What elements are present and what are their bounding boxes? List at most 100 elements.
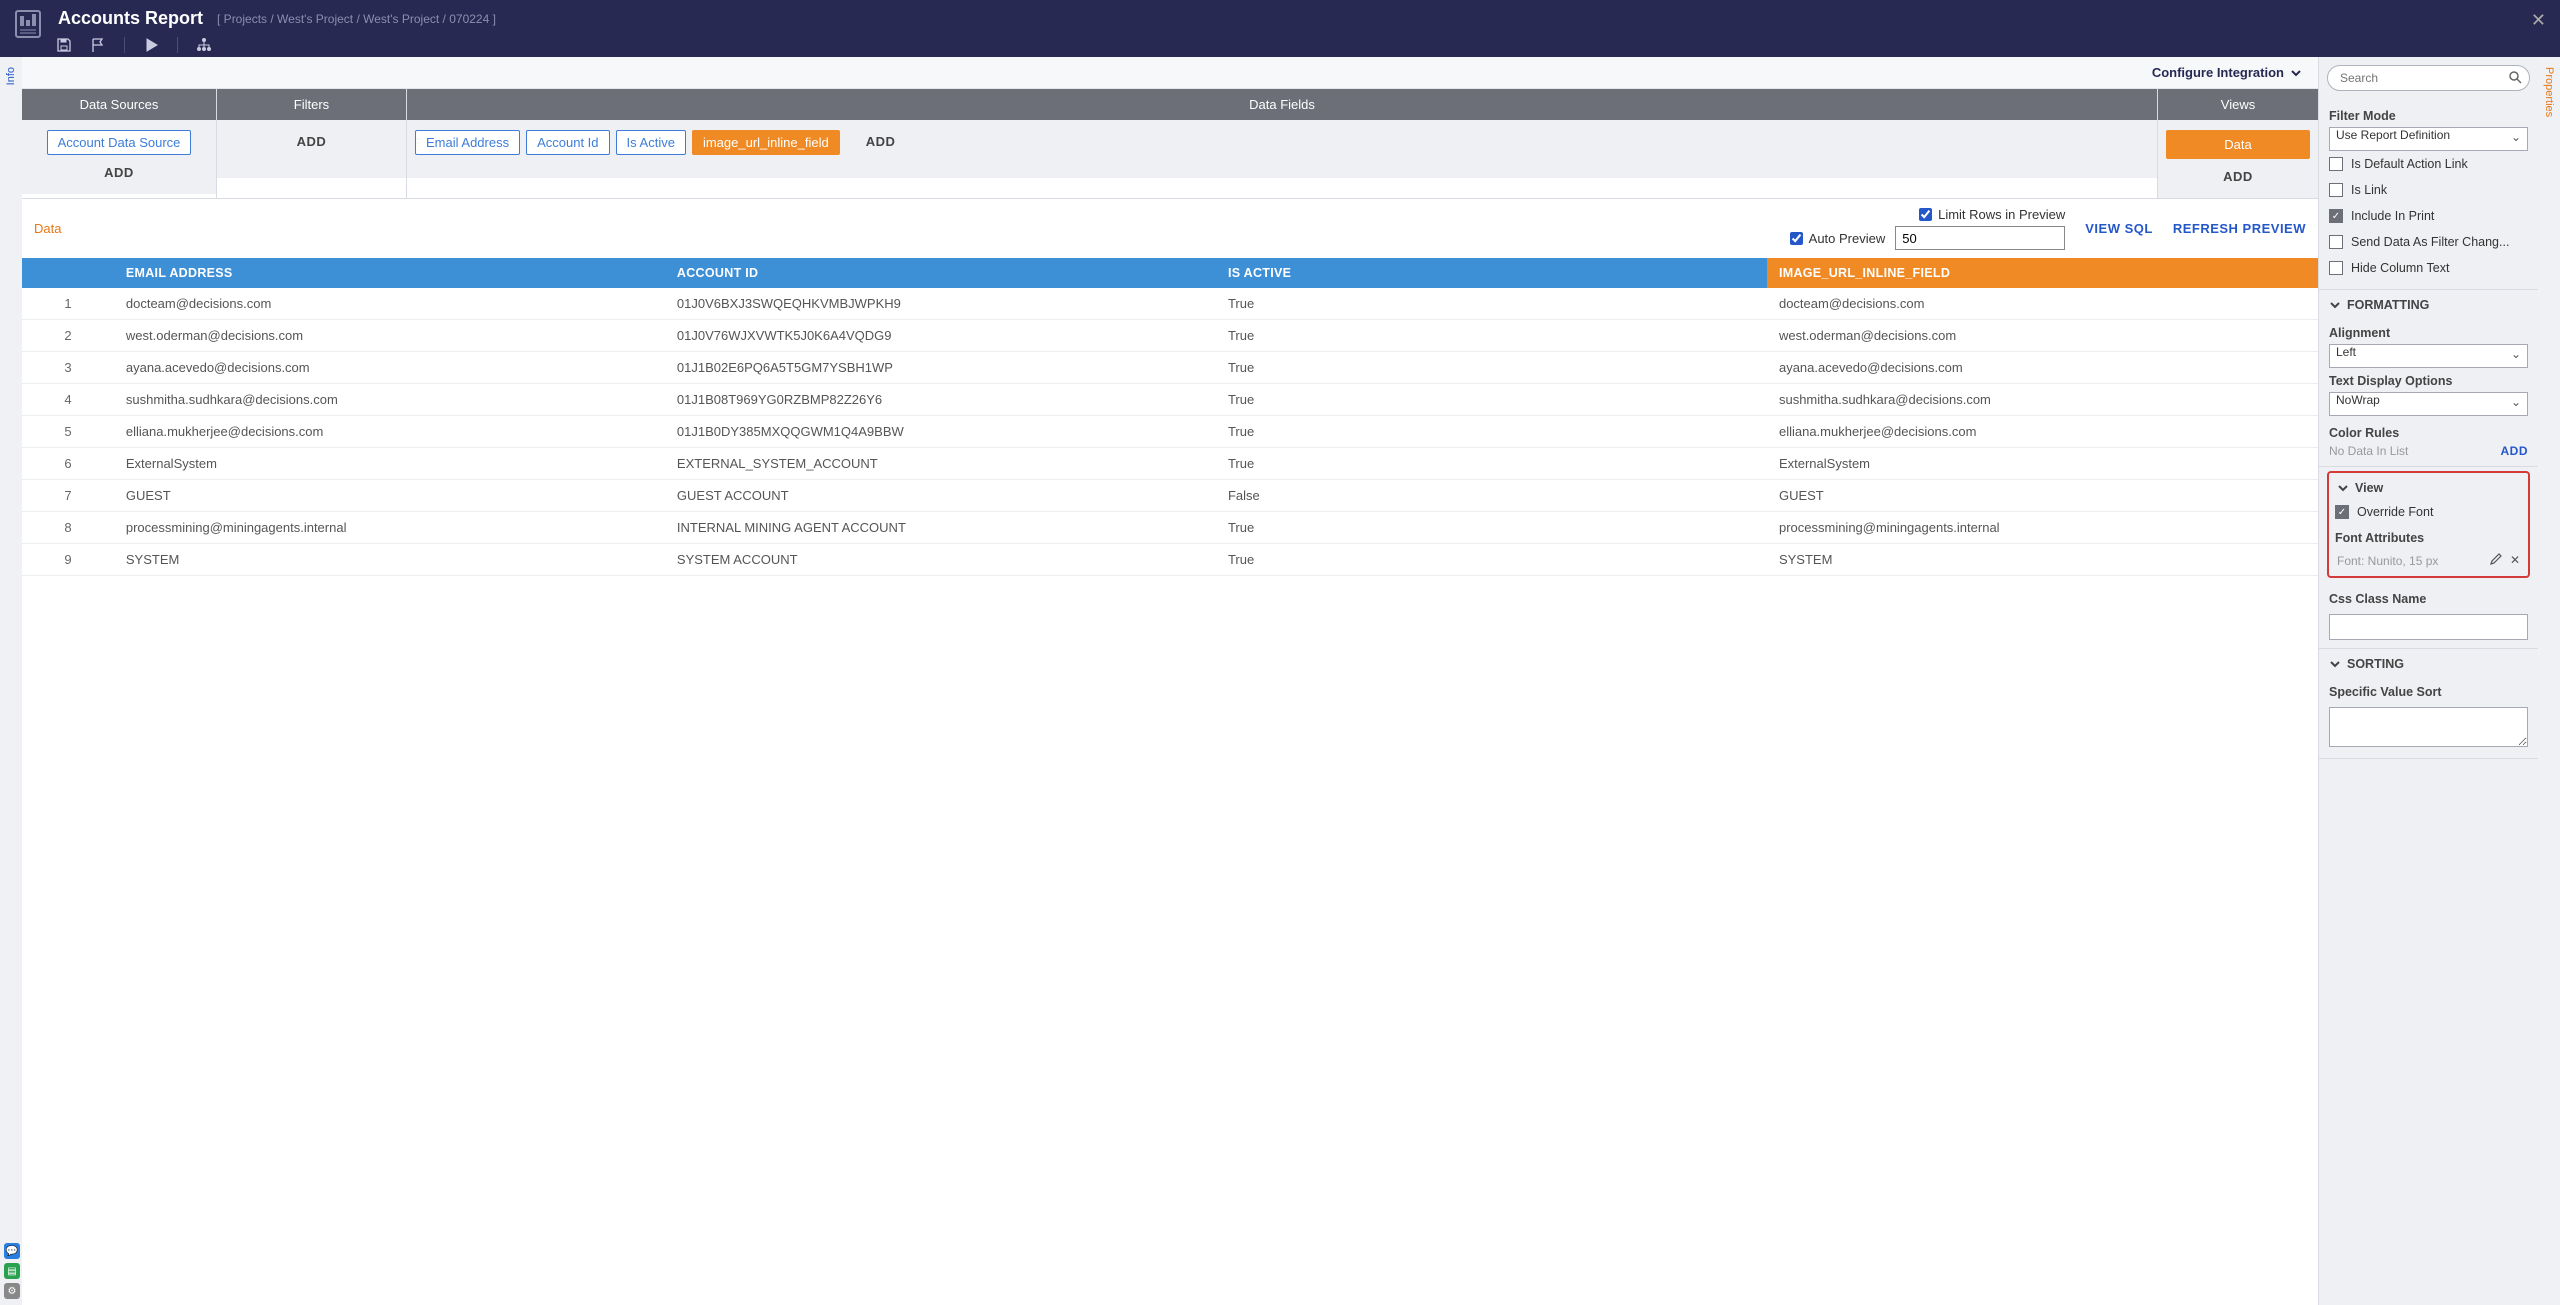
left-info-rail[interactable]: Info (0, 57, 22, 1305)
chk-hide-column[interactable]: Hide Column Text (2329, 255, 2528, 281)
chip-field-0[interactable]: Email Address (415, 130, 520, 155)
refresh-preview-button[interactable]: REFRESH PREVIEW (2173, 221, 2306, 236)
breadcrumb: [ Projects / West's Project / West's Pro… (217, 12, 496, 26)
cell-email: processmining@miningagents.internal (114, 512, 665, 544)
chip-field-1[interactable]: Account Id (526, 130, 609, 155)
cell-isactive: True (1216, 352, 1767, 384)
chip-field-2[interactable]: Is Active (616, 130, 686, 155)
edit-icon[interactable] (2490, 553, 2502, 568)
chat-icon[interactable]: 💬 (4, 1243, 20, 1259)
cell-email: elliana.mukherjee@decisions.com (114, 416, 665, 448)
row-number: 4 (22, 384, 114, 416)
css-class-input[interactable] (2329, 614, 2528, 640)
col-head-isactive[interactable]: IS ACTIVE (1216, 258, 1767, 288)
add-datasource-button[interactable]: ADD (96, 161, 142, 184)
limit-rows-value-input[interactable] (1895, 226, 2065, 250)
save-icon[interactable] (56, 37, 72, 53)
report-designer: Data Sources Account Data Source ADD Fil… (22, 89, 2318, 199)
auto-preview-checkbox[interactable]: Auto Preview (1790, 231, 1886, 246)
col-head-datafields: Data Fields (407, 89, 2157, 120)
cell-isactive: True (1216, 544, 1767, 576)
text-display-select[interactable]: NoWrap (2329, 392, 2528, 416)
table-row[interactable]: 2west.oderman@decisions.com01J0V76WJXVWT… (22, 320, 2318, 352)
cell-email: west.oderman@decisions.com (114, 320, 665, 352)
toolbar-separator (124, 37, 125, 53)
cell-accountid: SYSTEM ACCOUNT (665, 544, 1216, 576)
preview-toolbar: Data Limit Rows in Preview Auto Preview (22, 199, 2318, 258)
properties-tab[interactable]: Properties (2541, 57, 2557, 127)
cell-accountid: 01J1B02E6PQ6A5T5GM7YSBH1WP (665, 352, 1216, 384)
chk-override-font[interactable]: ✓Override Font (2335, 499, 2522, 525)
cell-accountid: 01J0V6BXJ3SWQEQHKVMBJWPKH9 (665, 288, 1216, 320)
chip-field-3[interactable]: image_url_inline_field (692, 130, 840, 155)
table-row[interactable]: 1docteam@decisions.com01J0V6BXJ3SWQEQHKV… (22, 288, 2318, 320)
cell-accountid: INTERNAL MINING AGENT ACCOUNT (665, 512, 1216, 544)
limit-rows-input[interactable] (1919, 208, 1932, 221)
section-sorting[interactable]: SORTING (2319, 649, 2538, 675)
chip-account-datasource[interactable]: Account Data Source (47, 130, 192, 155)
col-head-imageurl[interactable]: IMAGE_URL_INLINE_FIELD (1767, 258, 2318, 288)
data-tab-label[interactable]: Data (34, 221, 61, 236)
col-head-rownum (22, 258, 114, 288)
hierarchy-icon[interactable] (196, 37, 212, 53)
cell-isactive: True (1216, 416, 1767, 448)
row-number: 6 (22, 448, 114, 480)
table-row[interactable]: 7GUESTGUEST ACCOUNTFalseGUEST (22, 480, 2318, 512)
col-head-filters: Filters (217, 89, 406, 120)
cell-accountid: 01J0V76WJXVWTK5J0K6A4VQDG9 (665, 320, 1216, 352)
cell-imageurl: GUEST (1767, 480, 2318, 512)
gear-icon[interactable]: ⚙ (4, 1283, 20, 1299)
row-number: 9 (22, 544, 114, 576)
specific-sort-input[interactable] (2329, 707, 2528, 747)
close-icon[interactable]: ✕ (2531, 10, 2546, 31)
cell-isactive: True (1216, 384, 1767, 416)
table-row[interactable]: 5elliana.mukherjee@decisions.com01J1B0DY… (22, 416, 2318, 448)
limit-rows-label: Limit Rows in Preview (1938, 207, 2065, 222)
cell-accountid: 01J1B0DY385MXQQGWM1Q4A9BBW (665, 416, 1216, 448)
section-view[interactable]: View (2335, 479, 2522, 499)
page-title: Accounts Report (58, 8, 203, 29)
col-head-accountid[interactable]: ACCOUNT ID (665, 258, 1216, 288)
add-view-button[interactable]: ADD (2215, 165, 2261, 188)
table-row[interactable]: 4sushmitha.sudhkara@decisions.com01J1B08… (22, 384, 2318, 416)
row-number: 1 (22, 288, 114, 320)
cell-email: ayana.acevedo@decisions.com (114, 352, 665, 384)
cell-email: GUEST (114, 480, 665, 512)
filter-mode-select[interactable]: Use Report Definition (2329, 127, 2528, 151)
chk-is-link[interactable]: Is Link (2329, 177, 2528, 203)
auto-preview-input[interactable] (1790, 232, 1803, 245)
cell-accountid: EXTERNAL_SYSTEM_ACCOUNT (665, 448, 1216, 480)
add-filter-button[interactable]: ADD (289, 130, 335, 153)
clear-icon[interactable]: ✕ (2510, 553, 2520, 568)
row-number: 8 (22, 512, 114, 544)
col-head-email[interactable]: EMAIL ADDRESS (114, 258, 665, 288)
chevron-down-icon (2329, 299, 2341, 311)
chip-view-data[interactable]: Data (2166, 130, 2310, 159)
cell-imageurl: ExternalSystem (1767, 448, 2318, 480)
cell-isactive: False (1216, 480, 1767, 512)
alignment-select[interactable]: Left (2329, 344, 2528, 368)
cell-imageurl: west.oderman@decisions.com (1767, 320, 2318, 352)
table-row[interactable]: 8processmining@miningagents.internalINTE… (22, 512, 2318, 544)
info-tab[interactable]: Info (3, 57, 19, 95)
section-formatting[interactable]: FORMATTING (2319, 290, 2538, 316)
table-row[interactable]: 3ayana.acevedo@decisions.com01J1B02E6PQ6… (22, 352, 2318, 384)
view-sql-button[interactable]: VIEW SQL (2085, 221, 2153, 236)
chk-include-print[interactable]: ✓Include In Print (2329, 203, 2528, 229)
add-field-button[interactable]: ADD (858, 130, 904, 153)
chk-send-filter[interactable]: Send Data As Filter Chang... (2329, 229, 2528, 255)
limit-rows-checkbox[interactable]: Limit Rows in Preview (1919, 207, 2065, 222)
add-color-rule-button[interactable]: ADD (2501, 444, 2529, 458)
table-row[interactable]: 6ExternalSystemEXTERNAL_SYSTEM_ACCOUNTTr… (22, 448, 2318, 480)
search-input[interactable] (2327, 65, 2530, 91)
data-grid: EMAIL ADDRESS ACCOUNT ID IS ACTIVE IMAGE… (22, 258, 2318, 1305)
cell-imageurl: elliana.mukherjee@decisions.com (1767, 416, 2318, 448)
chk-default-action[interactable]: Is Default Action Link (2329, 151, 2528, 177)
flag-icon[interactable] (90, 37, 106, 53)
configure-integration-link[interactable]: Configure Integration (2152, 65, 2302, 80)
doc-icon[interactable]: ▤ (4, 1263, 20, 1279)
right-properties-rail[interactable]: Properties (2538, 57, 2560, 1305)
table-row[interactable]: 9SYSTEMSYSTEM ACCOUNTTrueSYSTEM (22, 544, 2318, 576)
play-icon[interactable] (143, 37, 159, 53)
cell-imageurl: sushmitha.sudhkara@decisions.com (1767, 384, 2318, 416)
